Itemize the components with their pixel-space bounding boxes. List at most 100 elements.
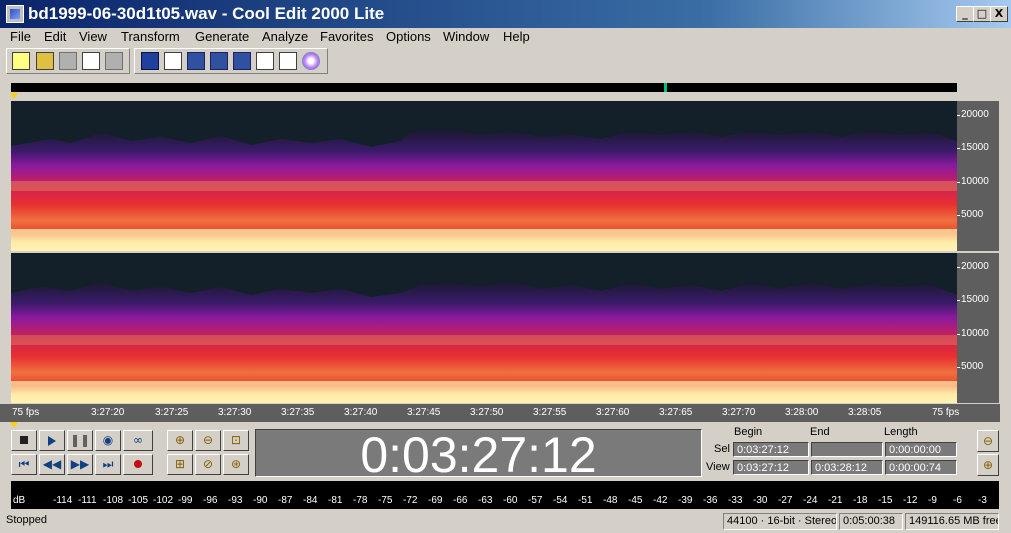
menu-generate[interactable]: Generate [195,28,249,46]
level-label: -30 [753,495,768,506]
zoom-in-horizontal-button[interactable]: ⊕ [167,430,193,451]
level-label: -18 [853,495,868,506]
sel-end-field[interactable] [811,442,883,457]
freq-tick: 10000 [957,328,989,339]
spectral-view-icon[interactable] [164,52,182,70]
sel-begin-field[interactable]: 0:03:27:12 [733,442,809,457]
pause-button[interactable]: ❚❚ [67,430,93,451]
freq-tick: 20000 [957,109,989,120]
time-label: 3:27:20 [91,407,125,418]
close-button[interactable]: X [990,6,1008,22]
properties-icon[interactable] [279,52,297,70]
rewind-button[interactable]: ◀◀ [39,454,65,475]
overview-position-marker[interactable] [664,83,667,92]
go-to-end-button[interactable]: ⏭ [95,454,121,475]
cursor-marker-icon[interactable] [10,422,18,428]
level-label: -3 [978,495,987,506]
zoom-full-button[interactable]: ⊡ [223,430,249,451]
zoom-in-icon: ⊕ [174,433,186,447]
overview-bar[interactable] [11,83,957,92]
menu-view[interactable]: View [79,28,107,46]
loop-button[interactable]: ∞ [123,430,153,451]
save-icon[interactable] [59,52,77,70]
level-label: -69 [428,495,443,506]
selection-view-panel: Begin End Length Sel View 0:03:27:12 0:0… [704,426,964,480]
zoom-in-vertical-button[interactable]: ⊕ [977,454,999,476]
go-to-start-button[interactable]: ⏮ [11,454,37,475]
open-file-icon[interactable] [36,52,54,70]
time-label: 3:27:35 [281,407,315,418]
info-icon[interactable] [256,52,274,70]
view-begin-field[interactable]: 0:03:27:12 [733,460,809,475]
level-meter-scale: dB -114 -111 -108 -105 -102 -99 -96 -93 … [11,492,999,509]
menu-file[interactable]: File [10,28,31,46]
level-label: -90 [253,495,268,506]
rewind-icon: ◀◀ [42,457,62,471]
status-text: Stopped [6,514,47,526]
sel-length-field[interactable]: 0:00:00:00 [885,442,957,457]
stop-button[interactable] [11,430,37,451]
time-label: 3:27:65 [659,407,693,418]
level-label: -54 [553,495,568,506]
level-label: -48 [603,495,618,506]
frequency-axis-right: 20000 15000 10000 5000 [956,253,999,403]
menu-analyze[interactable]: Analyze [262,28,308,46]
record-button[interactable] [123,454,153,475]
app-icon[interactable] [6,5,24,23]
new-file-icon[interactable] [12,52,30,70]
spectrogram-left-channel[interactable] [11,101,957,251]
time-label: 3:27:25 [155,407,189,418]
time-label: 3:28:05 [848,407,882,418]
time-label: 75 fps [932,407,960,418]
menu-transform[interactable]: Transform [121,28,180,46]
cd-icon[interactable] [302,52,320,70]
time-label: 3:28:00 [785,407,819,418]
duration-status: 0:05:00:38 [839,513,903,530]
zoom-left-icon: ⊞ [174,457,186,471]
time-ruler[interactable]: 75 fps 3:27:20 3:27:25 3:27:30 3:27:35 3… [0,404,1000,422]
level-label: -93 [228,495,243,506]
zoom-selection-icon: ⊛ [230,457,242,471]
status-bar: Stopped 44100 · 16-bit · Stereo 0:05:00:… [0,511,1011,533]
time-label: 75 fps [12,407,40,418]
level-label: -15 [878,495,893,506]
zoom-out-vertical-button[interactable]: ⊖ [977,430,999,452]
view-end-field[interactable]: 0:03:28:12 [811,460,883,475]
waveform-view-icon[interactable] [141,52,159,70]
multitrack-icon[interactable] [187,52,205,70]
level-label: -33 [728,495,743,506]
play-to-end-button[interactable]: ◉ [95,430,121,451]
level-label: -96 [203,495,218,506]
window-title: bd1999-06-30d1t05.wav - Cool Edit 2000 L… [28,4,385,23]
time-label: 3:27:55 [533,407,567,418]
menu-window[interactable]: Window [443,28,489,46]
maximize-button[interactable]: □ [973,6,991,22]
view-length-field[interactable]: 0:00:00:74 [885,460,957,475]
zoom-selection-button[interactable]: ⊛ [223,454,249,475]
track-icon[interactable] [210,52,228,70]
zoom-to-right-button[interactable]: ⊘ [195,454,221,475]
menu-edit[interactable]: Edit [44,28,66,46]
zoom-to-left-button[interactable]: ⊞ [167,454,193,475]
level-label: -99 [178,495,193,506]
level-label: -75 [378,495,393,506]
time-label: 3:27:40 [344,407,378,418]
menu-favorites[interactable]: Favorites [320,28,373,46]
zoom-out-horizontal-button[interactable]: ⊖ [195,430,221,451]
freq-tick: 15000 [957,294,989,305]
fast-forward-button[interactable]: ▶▶ [67,454,93,475]
spectrogram-right-channel[interactable] [11,253,957,403]
track2-icon[interactable] [233,52,251,70]
freq-tick: 5000 [956,361,984,372]
close-file-icon[interactable] [105,52,123,70]
sel-label: Sel [714,443,730,455]
level-label: -39 [678,495,693,506]
menu-help[interactable]: Help [503,28,530,46]
level-label: -63 [478,495,493,506]
save-all-icon[interactable] [82,52,100,70]
minimize-button[interactable]: _ [956,6,974,22]
menu-options[interactable]: Options [386,28,431,46]
level-label: -114 [53,495,73,506]
cursor-marker-icon[interactable] [10,93,18,99]
play-button[interactable] [39,430,65,451]
